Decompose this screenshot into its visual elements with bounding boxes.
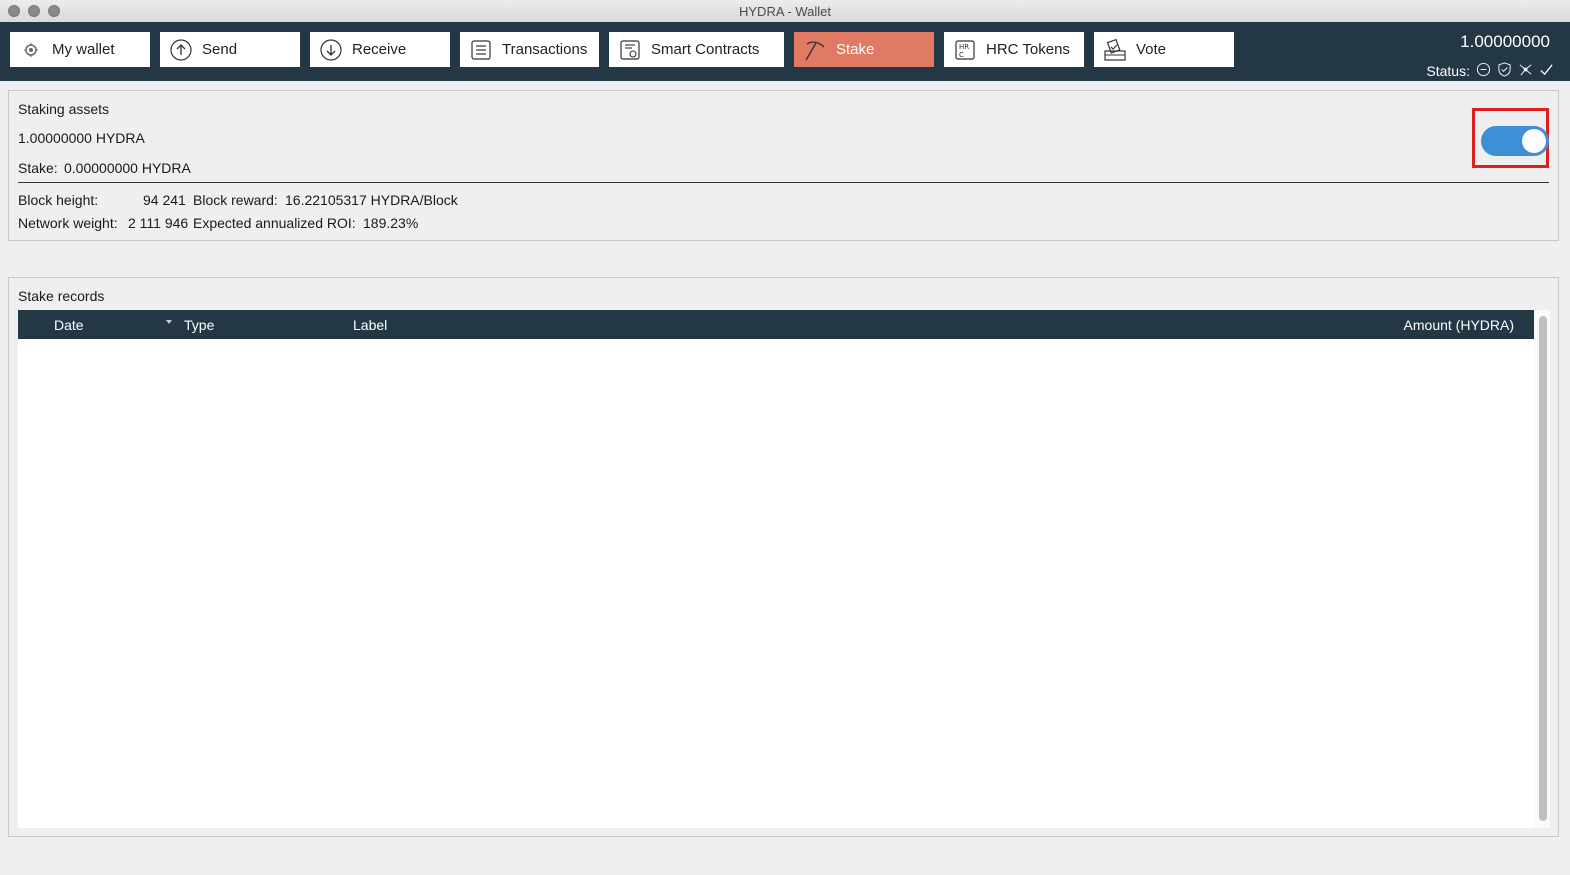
block-height-label: Block height: (18, 192, 99, 208)
highlight-box (1472, 108, 1549, 168)
tab-label: Send (202, 41, 238, 58)
list-icon (468, 37, 494, 63)
tab-label: Receive (352, 41, 407, 58)
svg-text:HR: HR (959, 43, 969, 51)
roi-value: 189.23% (363, 215, 419, 231)
tab-label: Stake (836, 41, 875, 58)
tab-vote[interactable]: Vote (1094, 32, 1234, 67)
status-label: Status: (1426, 63, 1470, 79)
block-reward-value: 16.22105317 HYDRA/Block (285, 192, 458, 208)
staking-toggle[interactable] (1481, 126, 1549, 156)
ballot-icon (1102, 37, 1128, 63)
toggle-knob (1522, 129, 1546, 153)
tab-receive[interactable]: Receive (310, 32, 450, 67)
wallet-balance: 1.00000000 (1460, 32, 1550, 51)
staking-assets-value: 1.00000000 HYDRA (18, 130, 145, 146)
tab-smart-contracts[interactable]: Smart Contracts (609, 32, 784, 67)
tab-send[interactable]: Send (160, 32, 300, 67)
column-header-amount[interactable]: Amount (HYDRA) (1404, 317, 1514, 333)
checkmark-icon[interactable] (1539, 62, 1554, 80)
records-table-body (18, 339, 1534, 828)
pickaxe-icon (802, 37, 828, 63)
tab-my-wallet[interactable]: My wallet (10, 32, 150, 67)
tab-label: My wallet (52, 41, 115, 58)
network-weight-label: Network weight: (18, 215, 118, 231)
network-weight-value: 2 111 946 (128, 215, 189, 231)
stake-label: Stake: (18, 160, 58, 176)
section-divider (18, 182, 1549, 183)
tab-stake[interactable]: Stake (794, 32, 934, 67)
stake-records-panel: Stake records Date Type Label Amount (HY… (8, 277, 1559, 837)
window-title-bar: HYDRA - Wallet (0, 0, 1570, 23)
block-reward-label: Block reward: (193, 192, 278, 208)
tab-label: Vote (1136, 41, 1167, 58)
shield-icon[interactable] (1497, 62, 1512, 80)
sync-icon[interactable] (1476, 62, 1491, 80)
network-icon[interactable] (1518, 62, 1533, 80)
roi-label: Expected annualized ROI: (193, 215, 356, 231)
tab-hrc-tokens[interactable]: HR C HRC Tokens (944, 32, 1084, 67)
svg-text:C: C (959, 51, 964, 59)
staking-assets-title: Staking assets (18, 101, 110, 117)
tab-label: HRC Tokens (986, 41, 1070, 58)
hrc-token-icon: HR C (952, 37, 978, 63)
staking-assets-panel: Staking assets 1.00000000 HYDRA Stake: 0… (8, 90, 1559, 241)
sort-descending-icon (166, 320, 172, 324)
block-height-value: 94 241 (143, 192, 186, 208)
tab-label: Transactions (502, 41, 588, 58)
contract-icon (617, 37, 643, 63)
tab-transactions[interactable]: Transactions (460, 32, 599, 67)
records-table-header: Date Type Label Amount (HYDRA) (18, 310, 1534, 339)
send-arrow-icon (168, 37, 194, 63)
window-title: HYDRA - Wallet (739, 4, 831, 19)
stake-value: 0.00000000 HYDRA (64, 160, 191, 176)
column-header-type[interactable]: Type (184, 317, 214, 333)
main-toolbar: My wallet Send Receive Transactions Smar… (0, 22, 1570, 81)
wallet-icon (18, 37, 44, 63)
tab-label: Smart Contracts (651, 41, 760, 58)
receive-arrow-icon (318, 37, 344, 63)
scrollbar-thumb[interactable] (1539, 316, 1547, 821)
stake-records-title: Stake records (18, 288, 105, 304)
column-header-date[interactable]: Date (54, 317, 84, 333)
column-header-label[interactable]: Label (353, 317, 387, 333)
status-bar: Status: (1426, 62, 1554, 80)
